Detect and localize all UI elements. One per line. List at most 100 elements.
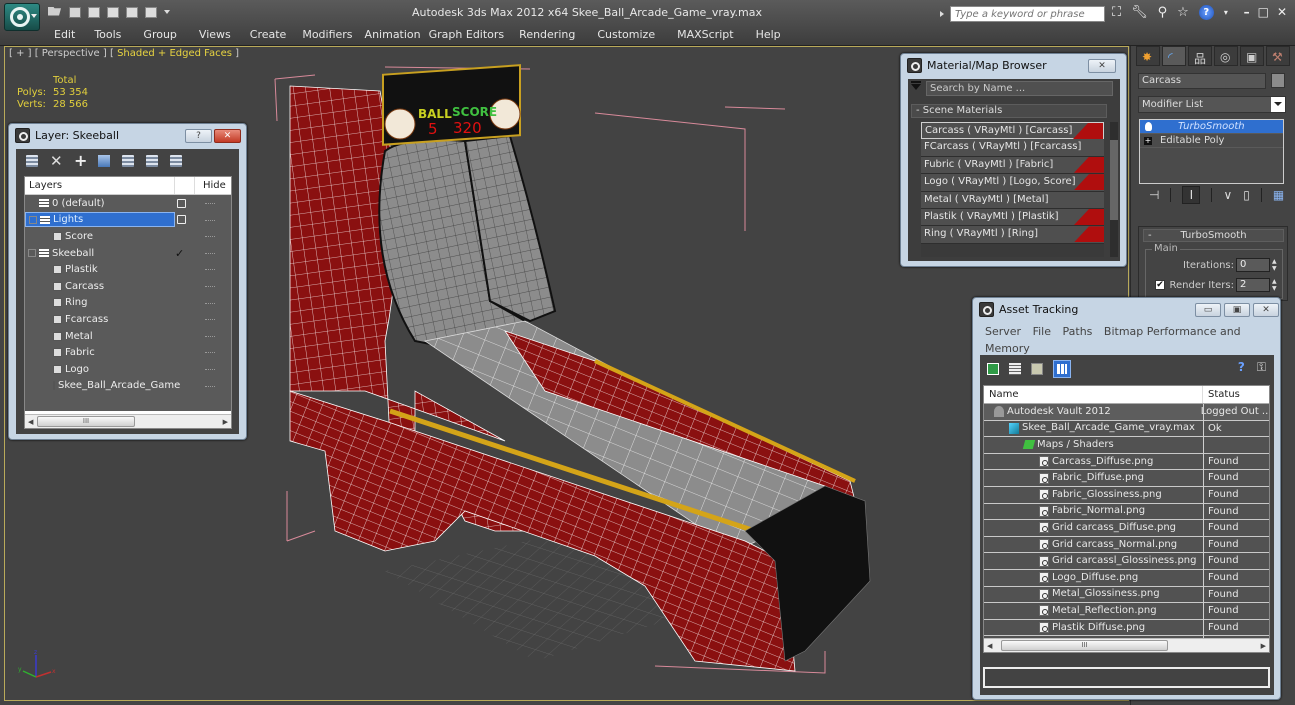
help-dropdown-icon[interactable]: ▾ xyxy=(1224,8,1228,17)
layer-row[interactable]: Metal xyxy=(25,328,231,345)
hide-all-layers-icon[interactable] xyxy=(146,155,158,167)
asset-row[interactable]: Maps / Shaders xyxy=(984,437,1269,454)
show-end-result-icon[interactable]: I xyxy=(1182,186,1201,204)
project-folder-icon[interactable] xyxy=(107,6,119,18)
material-item[interactable]: Carcass ( VRayMtl ) [Carcass] xyxy=(921,122,1104,140)
remove-modifier-icon[interactable]: ▯ xyxy=(1243,188,1250,202)
close-button[interactable]: ✕ xyxy=(214,129,241,143)
asset-row[interactable]: Metal_Glossiness.png Found xyxy=(984,587,1269,604)
binoculars-search-icon[interactable]: ⛶ xyxy=(1112,5,1121,20)
layer-name-cell[interactable]: Metal xyxy=(25,329,175,344)
asset-row[interactable]: Grid carcass_Normal.png Found xyxy=(984,537,1269,554)
expand-collapse-icon[interactable] xyxy=(28,249,36,258)
open-file-icon[interactable] xyxy=(48,7,62,18)
save-file-icon[interactable] xyxy=(69,6,81,18)
material-item[interactable]: Ring ( VRayMtl ) [Ring] xyxy=(921,226,1104,244)
render-iters-spinner[interactable]: ▲ ▼ xyxy=(1272,278,1280,292)
menu-customize[interactable]: Customize xyxy=(586,27,666,43)
skeeball-model[interactable]: BALL SCORE 5 320 xyxy=(265,61,905,701)
add-to-layer-icon[interactable]: + xyxy=(74,153,87,169)
customize-toolbar-chevron-icon[interactable] xyxy=(164,10,170,14)
layer-name-cell[interactable]: Logo xyxy=(25,362,175,377)
material-item[interactable]: Plastik ( VRayMtl ) [Plastik] xyxy=(921,208,1104,227)
menu-paths[interactable]: Paths xyxy=(1063,325,1093,338)
pin-stack-icon[interactable]: ⊣ xyxy=(1149,188,1159,202)
help-icon[interactable]: ? xyxy=(1198,5,1214,20)
rollout-header[interactable]: - TurboSmooth xyxy=(1143,229,1284,242)
hide-toggle[interactable] xyxy=(205,236,215,238)
scroll-thumb[interactable]: III xyxy=(37,416,135,427)
tab-utilities[interactable]: ⚒ xyxy=(1266,46,1290,66)
material-item[interactable]: FCarcass ( VRayMtl ) [Fcarcass] xyxy=(921,139,1104,157)
scroll-left-icon[interactable]: ◀ xyxy=(987,642,992,650)
hide-toggle[interactable] xyxy=(205,368,215,370)
layer-name-cell[interactable]: Score xyxy=(25,229,175,244)
tab-motion[interactable]: ◎ xyxy=(1214,46,1238,66)
lightbulb-icon[interactable] xyxy=(1145,122,1152,131)
asset-row[interactable]: Autodesk Vault 2012 Logged Out ... xyxy=(984,404,1269,421)
communication-center-icon[interactable]: ⚲ xyxy=(1158,5,1168,20)
layer-row[interactable]: Skeeball ✓ xyxy=(25,245,231,262)
menu-maxscript[interactable]: MAXScript xyxy=(666,27,744,43)
layer-name-cell[interactable]: Fabric xyxy=(25,345,175,360)
asset-row[interactable]: Fabric_Diffuse.png Found xyxy=(984,470,1269,487)
layer-name-cell[interactable]: Ring xyxy=(25,295,175,310)
layer-row[interactable]: Ring xyxy=(25,295,231,312)
minimize-button[interactable]: – xyxy=(1244,5,1250,19)
stack-item-editable-poly[interactable]: + Editable Poly xyxy=(1140,134,1283,148)
expand-search-icon[interactable] xyxy=(940,11,944,17)
vertical-scrollbar[interactable] xyxy=(1110,122,1118,257)
asset-row[interactable]: Fabric_Normal.png Found xyxy=(984,504,1269,521)
menu-tools[interactable]: Tools xyxy=(83,27,132,43)
current-layer-checkbox[interactable] xyxy=(177,215,186,225)
scene-materials-group[interactable]: - Scene Materials xyxy=(911,104,1107,118)
thumbnail-view-icon[interactable] xyxy=(1031,363,1043,375)
horizontal-scrollbar[interactable]: ◀ III ▶ xyxy=(25,414,231,428)
close-button[interactable]: ✕ xyxy=(1277,5,1287,19)
scroll-right-icon[interactable]: ▶ xyxy=(223,418,228,426)
iterations-spinner[interactable]: ▲ ▼ xyxy=(1272,258,1280,272)
layer-name-cell[interactable]: Lights xyxy=(25,212,175,228)
browser-options-icon[interactable] xyxy=(911,81,921,90)
expand-collapse-icon[interactable] xyxy=(29,215,37,224)
layer-row[interactable]: 0 (default) xyxy=(25,195,231,212)
hide-toggle[interactable] xyxy=(205,252,215,254)
asset-row[interactable]: Grid carcassl_Glossiness.png Found xyxy=(984,553,1269,570)
hide-toggle[interactable] xyxy=(205,219,215,221)
close-button[interactable]: ✕ xyxy=(1253,303,1279,317)
asset-row[interactable]: Metal_Reflection.png Found xyxy=(984,603,1269,620)
list-view-icon[interactable] xyxy=(1009,363,1021,375)
asset-row[interactable]: Plastik Diffuse.png Found xyxy=(984,620,1269,637)
scroll-thumb[interactable] xyxy=(1110,140,1118,220)
layer-name-cell[interactable]: 0 (default) xyxy=(25,196,175,211)
layer-row[interactable]: Plastik xyxy=(25,261,231,278)
help-icon[interactable]: ? xyxy=(1238,360,1245,375)
column-current[interactable] xyxy=(175,177,195,194)
layer-row[interactable]: Fabric xyxy=(25,344,231,361)
menu-graph-editors[interactable]: Graph Editors xyxy=(425,27,509,43)
asset-row[interactable]: Carcass_Diffuse.png Found xyxy=(984,454,1269,471)
application-menu-button[interactable] xyxy=(4,3,40,31)
menu-views[interactable]: Views xyxy=(188,27,242,43)
undo-icon[interactable] xyxy=(88,6,100,18)
menu-edit[interactable]: Edit xyxy=(46,27,83,43)
material-item[interactable]: Fubric ( VRayMtl ) [Fabric] xyxy=(921,156,1104,175)
column-name[interactable]: Name xyxy=(984,386,1203,403)
hide-toggle[interactable] xyxy=(205,352,215,354)
table-view-icon[interactable] xyxy=(1053,360,1071,378)
layer-name-cell[interactable]: Fcarcass xyxy=(25,312,175,327)
close-button[interactable]: ✕ xyxy=(1088,59,1116,73)
horizontal-scrollbar[interactable]: ◀ III ▶ xyxy=(984,638,1269,652)
layer-name-cell[interactable]: Skeeball xyxy=(25,246,175,261)
material-search-input[interactable]: Search by Name ... xyxy=(926,81,1113,96)
asset-row[interactable]: Fabric_Glossiness.png Found xyxy=(984,487,1269,504)
scroll-thumb[interactable]: III xyxy=(1001,640,1168,651)
asset-row[interactable]: Grid carcass_Diffuse.png Found xyxy=(984,520,1269,537)
tab-modify[interactable]: ◜ xyxy=(1162,46,1186,66)
layer-name-cell[interactable]: Carcass xyxy=(25,279,175,294)
render-iters-input[interactable]: 2 xyxy=(1236,278,1270,292)
column-layers[interactable]: Layers xyxy=(25,177,175,194)
layer-row[interactable]: Lights xyxy=(25,212,231,229)
layer-row[interactable]: Carcass xyxy=(25,278,231,295)
make-unique-icon[interactable]: ∨ xyxy=(1223,188,1232,202)
